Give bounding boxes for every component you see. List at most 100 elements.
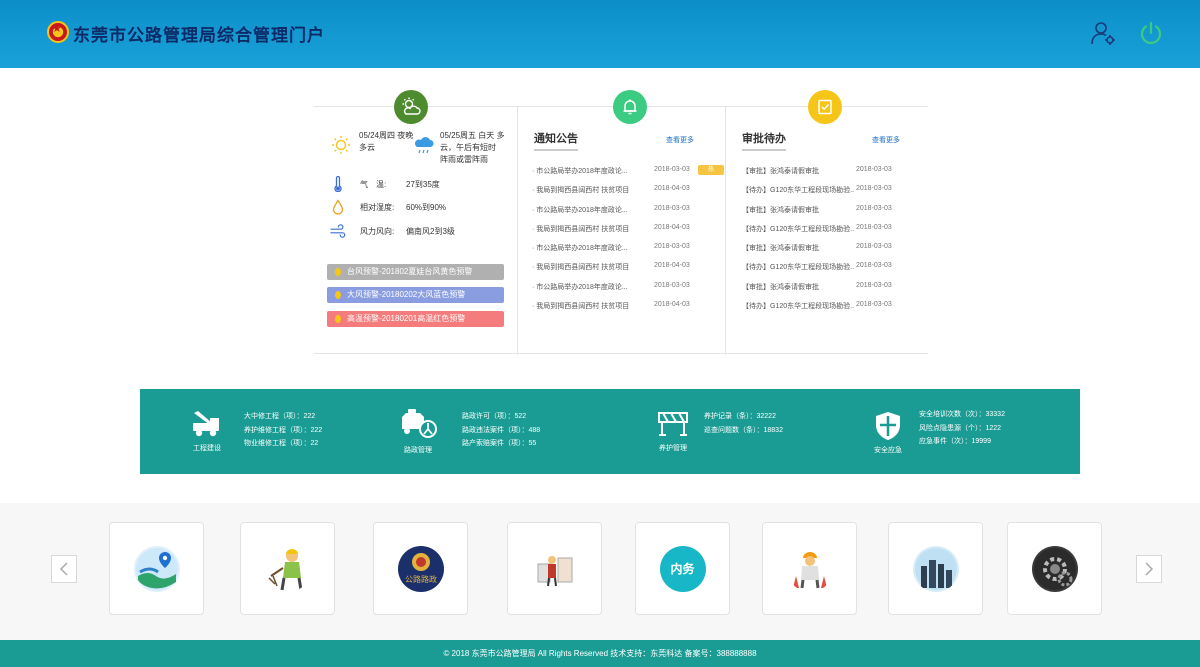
alert-text: 大风预警-20180202大风蓝色预警 [347,290,466,299]
approval-title: 【待办】G120东华工程段现场勘验... [742,303,854,311]
list-item[interactable]: · 市公路局举办2018年度政论... 2018-03-03 热 [518,165,725,184]
notice-title: · 我局到揭西县阔西村 扶贫项目 [532,303,630,311]
chevron-right-icon [1145,562,1154,576]
notice-title: · 市公路局举办2018年度政论... [532,206,628,214]
warning-dot-icon [335,291,341,299]
app-tile-safety[interactable] [762,522,857,615]
list-item[interactable]: · 我局到揭西县阔西村 扶贫项目 2018-04-03 [518,223,725,242]
notices-more-link[interactable]: 查看更多 [666,135,694,145]
list-item[interactable]: 【待办】G120东华工程段现场勘验... 2018-03-03 [726,300,928,319]
approvals-more-link[interactable]: 查看更多 [872,135,900,145]
list-item[interactable]: · 市公路局举办2018年度政论... 2018-03-03 [518,242,725,261]
temperature-label: 气 温: [360,179,387,189]
stat-line: 大中修工程（项）：222 [244,413,316,420]
user-settings-icon[interactable] [1090,20,1116,46]
list-item[interactable]: 【审批】张鸿泰请假审批 2018-03-03 [726,204,928,223]
engineering-icon [532,546,578,592]
warning-dot-icon [335,315,341,323]
notice-title: · 市公路局举办2018年度政论... [532,168,628,175]
approval-date: 2018-03-03 [856,204,892,212]
approval-title: 【审批】张鸿泰请假审批 [742,206,819,214]
list-item[interactable]: · 我局到揭西县阔西村 扶贫项目 2018-04-03 [518,261,725,280]
humidity-value: 60%到90% [406,202,447,212]
wind-icon [330,223,346,239]
stats-band: 工程建设 大中修工程（项）：222 养护维修工程（项）：222 物业维修工程（项… [140,389,1080,474]
safety-worker-icon [787,546,833,592]
patrol-car-icon [402,409,437,438]
road-admin-stat[interactable]: 路政管理 [398,407,438,455]
city-globe-icon [912,545,959,592]
list-item[interactable]: · 我局到揭西县阔西村 扶贫项目 2018-04-03 [518,300,725,319]
weather-badge-icon [394,90,428,124]
approval-title: 【审批】张鸿泰请假审批 [742,245,819,253]
stat-line: 养护记录（条）：32222 [704,413,776,420]
alert-text: 台风预警-201802夏娃台风黄色预警 [347,267,473,276]
carousel-next-button[interactable] [1136,555,1162,583]
app-tile-city[interactable] [888,522,983,615]
internal-affairs-icon: 内务 [659,545,706,592]
hot-badge: 热 [698,165,724,175]
portal-title: 东莞市公路管理局综合管理门户 [73,26,325,45]
notice-title: · 我局到揭西县阔西村 扶贫项目 [532,225,630,233]
footer: © 2018 东莞市公路管理局 All Rights Reserved 技术支持… [0,640,1200,667]
sun-icon [331,135,351,160]
carousel-prev-button[interactable] [51,555,77,583]
humidity-row: 相对湿度: 60%到90% [330,199,446,215]
info-panel: 05/24周四 夜晚 多云 05/25周五 白天 多云，午后有短时 阵雨或雷阵雨… [314,90,928,355]
list-item[interactable]: 【待办】G120东华工程段现场勘验... 2018-03-03 [726,261,928,280]
approval-title: 【待办】G120东华工程段现场勘验... [742,225,854,233]
notices-section: 通知公告 查看更多 · 市公路局举办2018年度政论... 2018-03-03… [517,90,725,355]
stat-caption: 安全应急 [874,447,902,454]
list-item[interactable]: 【待办】G120东华工程段现场勘验... 2018-03-03 [726,184,928,203]
wind-value: 偏南风2到3级 [406,226,455,236]
chevron-left-icon [59,562,68,576]
list-item[interactable]: 【审批】张鸿泰请假审批 2018-03-03 [726,242,928,261]
typhoon-alert[interactable]: 台风预警-201802夏娃台风黄色预警 [327,264,504,280]
approval-title: 【待办】G120东华工程段现场勘验... [742,264,854,272]
safety-stat-lines: 安全培训次数（次）：33332 风险点隐患源（个）：1222 应急事件（次）：1… [919,408,1005,449]
list-item[interactable]: 【审批】张鸿泰请假审批 2018-03-03 [726,165,928,184]
wind-alert[interactable]: 大风预警-20180202大风蓝色预警 [327,287,504,303]
list-item[interactable]: · 我局到揭西县阔西村 扶贫项目 2018-04-03 [518,184,725,203]
notice-date: 2018-04-03 [654,223,690,231]
stat-line: 应急事件（次）：19999 [919,438,991,445]
tile-label: 内务 [670,562,695,576]
checklist-icon [808,90,842,124]
alert-text: 高温预警-20180201高温红色预警 [347,314,466,323]
list-item[interactable]: 【待办】G120东华工程段现场勘验... 2018-03-03 [726,223,928,242]
list-item[interactable]: 【审批】张鸿泰请假审批 2018-03-03 [726,281,928,300]
engineering-stat-lines: 大中修工程（项）：222 养护维修工程（项）：222 物业维修工程（项）：22 [244,410,322,451]
list-item[interactable]: · 市公路局举办2018年度政论... 2018-03-03 [518,281,725,300]
footer-text: © 2018 东莞市公路管理局 All Rights Reserved 技术支持… [443,649,757,658]
engineering-stat[interactable]: 工程建设 [190,409,224,453]
humidity-icon [330,199,346,215]
app-tile-map[interactable] [109,522,204,615]
stat-line: 物业维修工程（项）：22 [244,440,319,447]
notice-date: 2018-04-03 [654,262,690,270]
heat-alert[interactable]: 高温预警-20180201高温红色预警 [327,311,504,327]
notice-date: 2018-03-03 [654,166,690,173]
notices-title: 通知公告 [534,130,578,151]
notice-date: 2018-03-03 [654,243,690,251]
warning-dot-icon [335,268,341,276]
stat-line: 养护维修工程（项）：222 [244,426,323,434]
app-tile-internal[interactable]: 内务 [635,522,730,615]
shield-icon [876,412,900,440]
list-item[interactable]: · 市公路局举办2018年度政论... 2018-03-03 [518,204,725,223]
approval-date: 2018-03-03 [856,223,892,231]
weather-today: 05/24周四 夜晚 多云 [359,131,414,152]
app-tile-settings[interactable] [1007,522,1102,615]
app-tile-engineering[interactable] [507,522,602,615]
wind-row: 风力风向: 偏南风2到3级 [330,223,455,239]
crane-truck-icon [193,411,219,437]
app-tile-worker[interactable] [240,522,335,615]
approval-date: 2018-03-03 [856,185,892,193]
road-worker-icon [265,546,311,592]
power-icon[interactable] [1138,20,1164,46]
notices-list: · 市公路局举办2018年度政论... 2018-03-03 热 · 我局到揭西… [518,165,725,319]
safety-stat[interactable]: 安全应急 [874,411,902,455]
maintenance-stat[interactable]: 养护管理 [656,409,690,453]
app-tile-road-admin[interactable]: 公路路政 [373,522,468,615]
approval-date: 2018-03-03 [856,301,892,309]
notice-title: · 市公路局举办2018年度政论... [532,283,628,291]
